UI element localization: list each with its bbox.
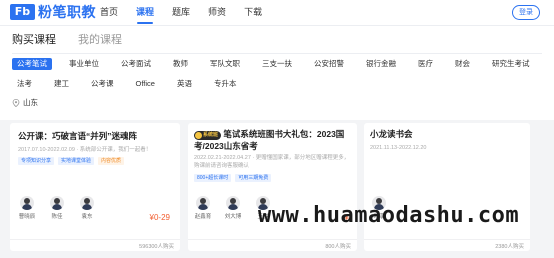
card-footer: 596300人购买 [10,239,180,251]
system-class-badge: 系统班 [194,131,222,140]
nav-item-teachers[interactable]: 师资 [208,0,226,26]
nav-item-courses[interactable]: 课程 [136,0,154,26]
category-item[interactable]: 公考面试 [116,58,156,70]
course-tags: 专项知识分享 实地课堂体验 内容优质 [18,157,128,165]
teacher-avatar [20,196,34,210]
course-date: 2022.02.21-2022.04.27 · 更赠懂国家课，部分地区赠课程更多… [194,155,350,169]
teacher: 曹晓辰 [16,196,38,220]
teacher-avatar [196,196,210,210]
buyer-count: 2380人购买 [495,244,524,250]
category-item[interactable]: 事业单位 [64,58,104,70]
category-item[interactable]: 公考笔试 [12,58,52,70]
category-row-primary: 公考笔试 事业单位 公考面试 教师 军队文职 三支一扶 公安招警 银行金融 医疗… [12,58,547,70]
main-nav: 首页 课程 题库 师资 下载 [100,0,280,26]
category-item[interactable]: 公安招警 [309,58,349,70]
course-price: ¥0-29 [149,213,170,222]
course-date: 2021.11.13-2022.12.20 [370,145,427,151]
category-item[interactable]: Office [131,78,160,90]
course-tag: 专项知识分享 [18,157,55,165]
category-row-secondary: 法考 建工 公考课 Office 英语 专升本 [12,78,253,90]
tab-my-courses[interactable]: 我的课程 [78,32,122,48]
logo-text: 粉笔职教 [38,4,96,20]
category-item[interactable]: 英语 [172,78,197,90]
site-logo[interactable]: Fb 粉笔职教 [10,2,96,22]
category-item[interactable]: 公考课 [86,78,119,90]
course-card[interactable]: 小龙读书会 2021.11.13-2022.12.20 邓康 2380人购买 [364,123,530,251]
region-label: 山东 [23,98,38,107]
course-tag: 800+超长课时 [194,174,232,182]
teacher: 刘大博 [222,196,244,220]
card-footer: 800人购买 [188,239,357,251]
buyer-count: 596300人购买 [139,244,174,250]
teacher: 赵鑫育 [192,196,214,220]
course-title: 系统班 笔试系统班图书大礼包：2023国考/2023山东省考 [194,128,352,152]
nav-item-download[interactable]: 下载 [244,0,262,26]
teacher: 袁东 [76,196,98,220]
course-filter-panel: 购买课程 我的课程 公考笔试 事业单位 公考面试 教师 军队文职 三支一扶 公安… [0,26,554,120]
login-button[interactable]: 登录 [512,5,540,20]
divider [12,53,542,54]
teacher-name: 刘大博 [224,214,242,220]
nav-item-question-bank[interactable]: 题库 [172,0,190,26]
teacher-avatar [80,196,94,210]
category-item[interactable]: 三支一扶 [257,58,297,70]
teacher-name: 陈佳 [51,214,63,220]
top-navigation-bar: Fb 粉笔职教 首页 课程 题库 师资 下载 登录 [0,0,554,26]
course-card[interactable]: 公开课：巧破言语“并列”迷魂阵 2017.07.10-2022.02.09 · … [10,123,180,251]
course-tags: 800+超长课时 可用三期免费 [194,174,275,182]
category-item[interactable]: 财会 [450,58,475,70]
teacher-name: 袁东 [81,214,93,220]
teacher-name: 曹晓辰 [18,214,36,220]
teacher-list: 曹晓辰 陈佳 袁东 [16,196,106,220]
course-title: 公开课：巧破言语“并列”迷魂阵 [18,131,138,141]
category-item[interactable]: 研究生考试 [487,58,535,70]
course-card[interactable]: 系统班 笔试系统班图书大礼包：2023国考/2023山东省考 2022.02.2… [188,123,357,251]
teacher-name: 赵鑫育 [194,214,212,220]
category-item[interactable]: 军队文职 [205,58,245,70]
course-tag: 内容优质 [98,157,125,165]
buyer-count: 800人购买 [325,244,351,250]
category-item[interactable]: 医疗 [413,58,438,70]
card-footer: 2380人购买 [364,239,530,251]
course-date: 2017.07.10-2022.02.09 · 系统部公开课，我们一起看！ [18,147,152,153]
tab-purchase-courses[interactable]: 购买课程 [12,32,56,48]
course-tabs: 购买课程 我的课程 [12,32,144,48]
region-selector[interactable]: 山东 [12,97,38,108]
category-item[interactable]: 银行金融 [361,58,401,70]
course-tag: 实地课堂体验 [58,157,95,165]
category-item[interactable]: 专升本 [209,78,242,90]
course-title: 小龙读书会 [370,129,413,139]
teacher-avatar [226,196,240,210]
course-tag: 可用三期免费 [235,174,272,182]
teacher-avatar [50,196,64,210]
category-item[interactable]: 法考 [12,78,37,90]
logo-mark: Fb [10,4,35,20]
category-item[interactable]: 教师 [168,58,193,70]
teacher: 陈佳 [46,196,68,220]
location-pin-icon [12,98,20,107]
nav-item-home[interactable]: 首页 [100,0,118,26]
watermark-text: www.huamaodashu.com [258,203,520,228]
category-item[interactable]: 建工 [49,78,74,90]
